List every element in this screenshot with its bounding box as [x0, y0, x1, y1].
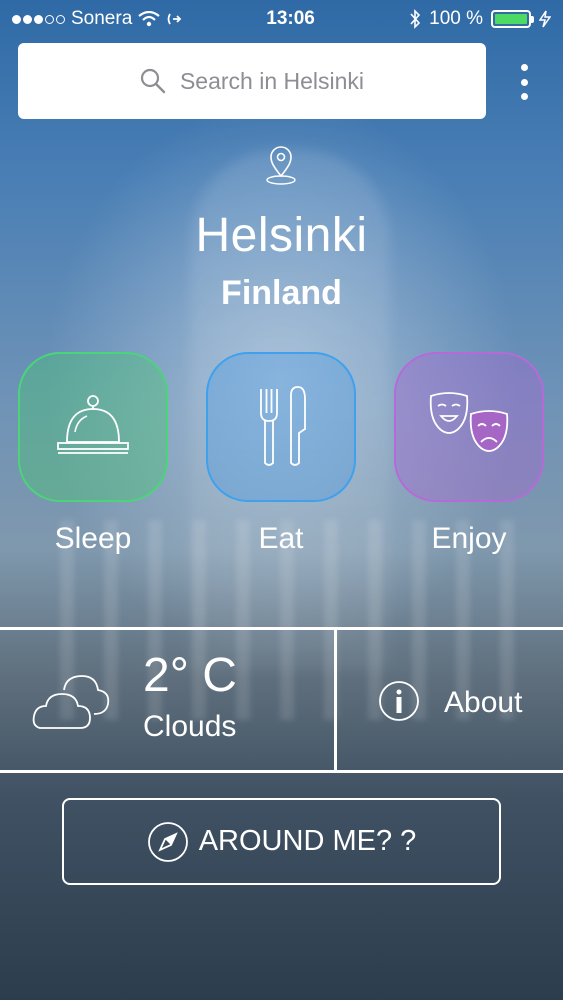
charging-icon [539, 10, 551, 28]
search-placeholder: Search in Helsinki [179, 67, 365, 94]
country-subtitle: Finland [221, 274, 342, 312]
hotel-bell-icon [57, 395, 129, 454]
battery-icon [491, 10, 534, 28]
signal-strength-icon [12, 14, 65, 24]
category-sleep-tile[interactable] [18, 352, 168, 502]
theater-masks-icon [429, 392, 509, 452]
search-input[interactable]: Search in Helsinki [18, 43, 486, 119]
category-eat-label: Eat [258, 522, 304, 555]
more-options-icon[interactable] [516, 64, 532, 100]
weather-condition: Clouds [143, 710, 237, 743]
about-label: About [444, 686, 523, 719]
compass-icon [147, 821, 188, 862]
around-me-button[interactable]: AROUND ME? ? [62, 798, 501, 885]
bluetooth-icon [410, 9, 421, 29]
status-time: 13:06 [266, 8, 315, 29]
info-divider [334, 630, 337, 770]
location-pin-icon [266, 146, 296, 185]
around-me-label: AROUND ME? ? [198, 825, 417, 857]
city-title: Helsinki [195, 209, 368, 262]
category-sleep-label: Sleep [54, 522, 132, 555]
status-bar: Sonera 13:06 100 % [0, 0, 563, 38]
fork-knife-icon [260, 386, 306, 466]
category-enjoy-label: Enjoy [431, 522, 507, 555]
category-sleep[interactable]: Sleep [18, 352, 168, 556]
search-icon [140, 68, 166, 94]
clouds-icon [32, 675, 110, 729]
battery-percent: 100 % [429, 8, 483, 29]
info-panel: 2° C Clouds About [0, 627, 563, 773]
category-enjoy-tile[interactable] [394, 352, 544, 502]
category-eat-tile[interactable] [206, 352, 356, 502]
temperature-value: 2° C [143, 649, 237, 702]
info-icon [379, 681, 419, 721]
wifi-icon [138, 11, 160, 27]
category-eat[interactable]: Eat [206, 352, 356, 556]
category-enjoy[interactable]: Enjoy [394, 352, 544, 556]
carrier-name: Sonera [71, 8, 133, 29]
